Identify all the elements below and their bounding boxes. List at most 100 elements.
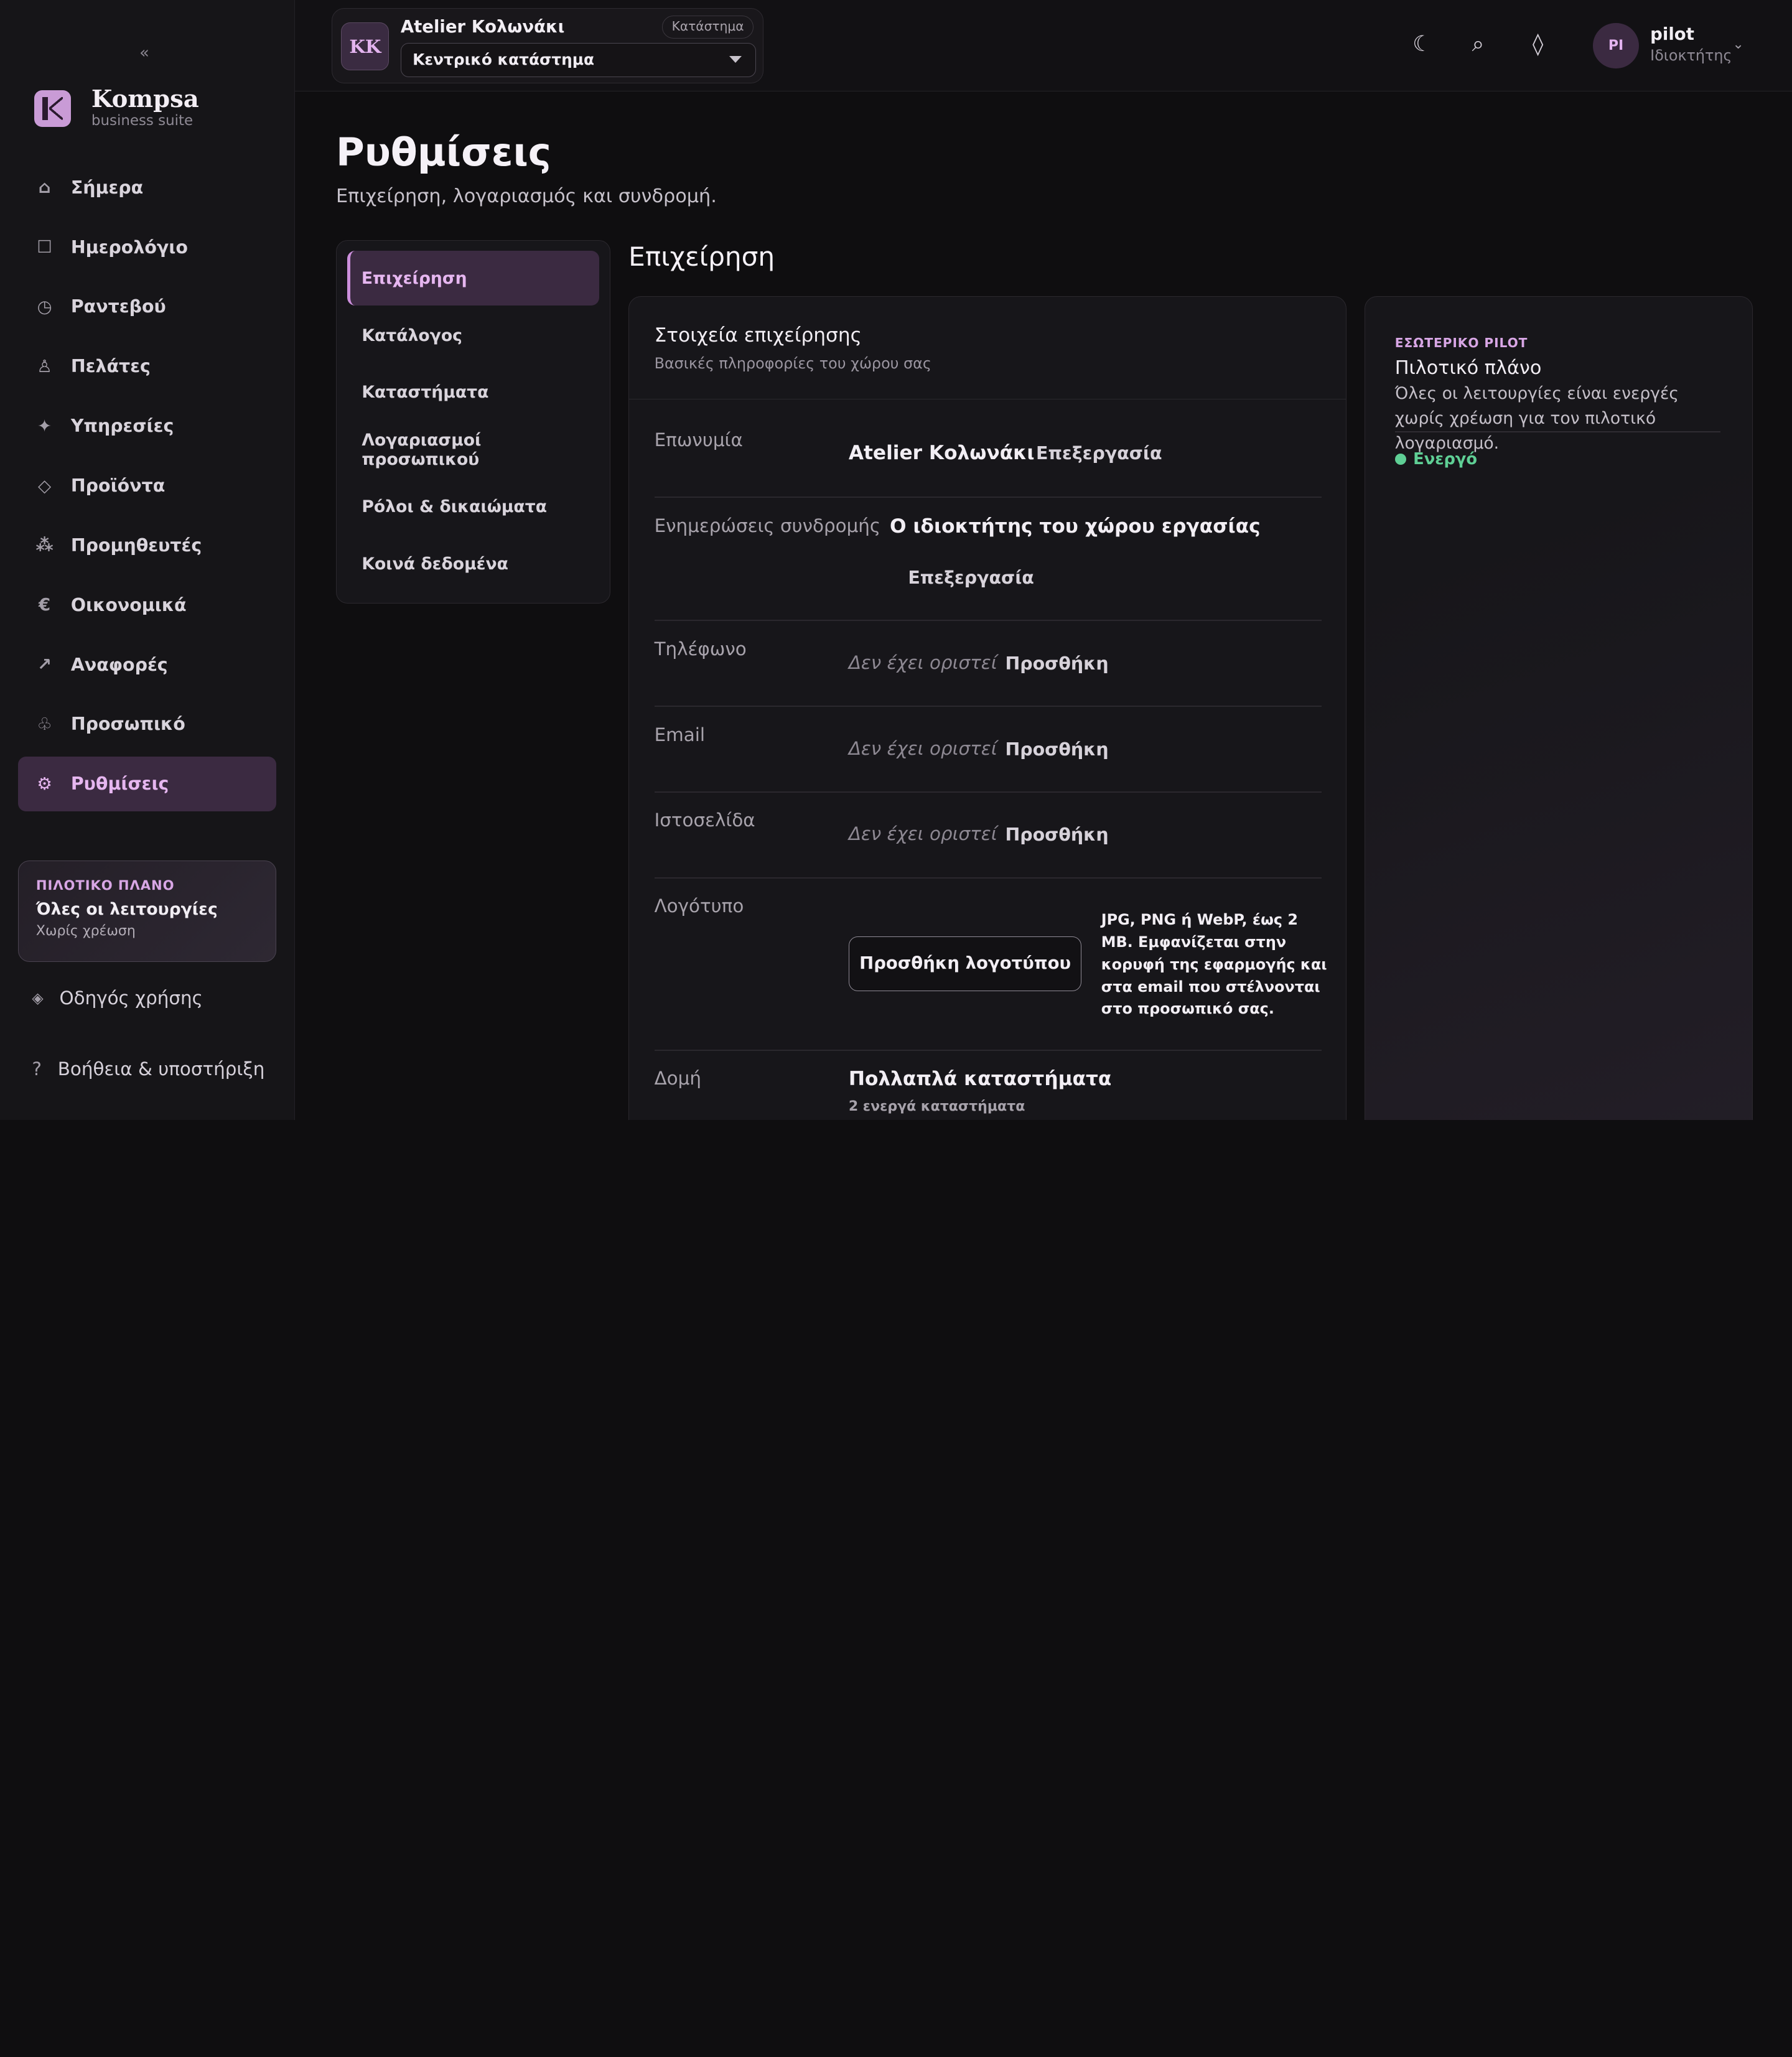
sidebar-item-clients[interactable]: ♙ Πελάτες xyxy=(18,339,276,394)
sidebar: « Kompsa business suite ⌂ Σήμερα ☐ Ημερολό… xyxy=(0,0,295,1120)
brand[interactable]: Kompsa business suite xyxy=(34,85,199,131)
phone-label: Τηλέφωνο xyxy=(654,638,747,660)
phone-value: Δεν έχει οριστεί xyxy=(848,651,997,673)
calendar-icon: ☐ xyxy=(37,237,52,258)
settings-subnav: Επιχείρηση Κατάλογος Καταστήματα Λογαρια… xyxy=(335,240,610,604)
sidebar-item-label: Σήμερα xyxy=(70,177,144,198)
logo-label: Λογότυπο xyxy=(654,895,744,917)
structure-value: Πολλαπλά καταστήματα xyxy=(848,1068,1112,1091)
tab-roles-permissions[interactable]: Ρόλοι & δικαιώματα xyxy=(347,480,600,534)
plan-tag: ΕΣΩΤΕΡΙΚΟ PILOT xyxy=(1394,335,1528,351)
card-header: Στοιχεία επιχείρησης Βασικές πληροφορίες… xyxy=(629,297,1346,399)
sidebar-item-label: Ρυθμίσεις xyxy=(70,773,169,795)
sidebar-item-today[interactable]: ⌂ Σήμερα xyxy=(18,160,276,215)
tab-stores[interactable]: Καταστήματα xyxy=(347,365,600,420)
add-email-button[interactable]: Προσθήκη xyxy=(1005,739,1108,760)
pilot-plan-title: Όλες οι λειτουργίες xyxy=(35,899,218,919)
status-dot-icon xyxy=(1394,453,1407,465)
sidebar-item-label: Προϊόντα xyxy=(70,475,166,496)
business-details-card: Στοιχεία επιχείρησης Βασικές πληροφορίες… xyxy=(628,296,1346,1120)
caret-down-icon xyxy=(729,56,742,63)
add-logo-button[interactable]: Προσθήκη λογοτύπου xyxy=(848,936,1082,992)
sidebar-item-suppliers[interactable]: ⁂ Προμηθευτές xyxy=(18,518,276,572)
help-support-label: Βοήθεια & υποστήριξη xyxy=(57,1058,265,1080)
diamond-icon[interactable]: ◊ xyxy=(1533,32,1543,57)
staff-icon: ♧ xyxy=(37,714,52,734)
subscription-updates-value: Ο ιδιοκτήτης του χώρου εργασίας xyxy=(889,515,1261,538)
tab-business[interactable]: Επιχείρηση xyxy=(347,251,600,306)
sidebar-nav: ⌂ Σήμερα ☐ Ημερολόγιο ◷ Ραντεβού ♙ Πελάτες ✦… xyxy=(18,160,277,816)
pilot-plan-subtitle: Χωρίς χρέωση xyxy=(35,923,136,940)
card-title: Στοιχεία επιχείρησης xyxy=(654,324,862,347)
app-root: « Kompsa business suite ⌂ Σήμερα ☐ Ημερολό… xyxy=(0,0,1792,1120)
edit-subscription-updates-button[interactable]: Επεξεργασία xyxy=(908,567,1034,588)
structure-detail: 2 ενεργά καταστήματα xyxy=(848,1099,1025,1115)
tab-staff-accounts[interactable]: Λογαριασμοί προσωπικού xyxy=(347,422,600,477)
add-website-button[interactable]: Προσθήκη xyxy=(1005,824,1108,845)
divider xyxy=(654,706,1322,707)
brand-name: Kompsa xyxy=(91,85,199,113)
add-phone-button[interactable]: Προσθήκη xyxy=(1005,653,1108,674)
subscription-updates-label: Ενημερώσεις συνδρομής xyxy=(654,515,881,536)
user-guide-link[interactable]: ◈ Οδηγός χρήσης xyxy=(32,987,202,1009)
sidebar-item-label: Ημερολόγιο xyxy=(70,236,188,258)
sidebar-item-label: Πελάτες xyxy=(70,356,151,377)
sidebar-item-products[interactable]: ◇ Προϊόντα xyxy=(18,458,276,513)
sidebar-item-services[interactable]: ✦ Υπηρεσίες xyxy=(18,399,276,454)
sidebar-item-label: Προμηθευτές xyxy=(70,534,202,556)
sidebar-item-staff[interactable]: ♧ Προσωπικό xyxy=(18,697,276,752)
home-icon: ⌂ xyxy=(38,177,51,198)
pilot-plan-card[interactable]: ΠΙΛΟΤΙΚΟ ΠΛΑΝΟ Όλες οι λειτουργίες Χωρίς… xyxy=(18,861,277,963)
trend-arrow-icon: ↗ xyxy=(37,655,52,675)
chevron-down-icon[interactable]: ⌄ xyxy=(1732,37,1743,52)
page-title: Ρυθμίσεις xyxy=(335,129,551,175)
tab-shared-data[interactable]: Κοινά δεδομένα xyxy=(347,536,600,591)
guide-icon: ◈ xyxy=(32,989,44,1007)
store-switcher[interactable]: KK Atelier Κολωνάκι Κατάστημα Κεντρικό κ… xyxy=(331,7,763,84)
store-name: Atelier Κολωνάκι xyxy=(400,16,565,37)
email-value: Δεν έχει οριστεί xyxy=(848,737,997,759)
divider xyxy=(654,497,1322,498)
structure-label: Δομή xyxy=(654,1068,701,1089)
user-role: Ιδιοκτήτης xyxy=(1650,47,1732,65)
status-badge: Ενεργό xyxy=(1394,449,1478,469)
plan-card: ΕΣΩΤΕΡΙΚΟ PILOT Πιλοτικό πλάνο Όλες οι λ… xyxy=(1365,296,1753,1120)
status-label: Ενεργό xyxy=(1413,449,1478,469)
sidebar-item-appointments[interactable]: ◷ Ραντεβού xyxy=(18,279,276,334)
collapse-sidebar-icon[interactable]: « xyxy=(139,44,149,62)
tab-catalog[interactable]: Κατάλογος xyxy=(347,308,600,363)
plan-description: Όλες οι λειτουργίες είναι ενεργές χωρίς … xyxy=(1394,383,1679,454)
plan-title: Πιλοτικό πλάνο xyxy=(1394,357,1542,380)
email-label: Email xyxy=(654,724,706,745)
brand-tagline: business suite xyxy=(91,112,194,129)
sidebar-item-label: Αναφορές xyxy=(70,654,168,675)
theme-moon-icon[interactable]: ☾ xyxy=(1412,32,1432,57)
user-name[interactable]: pilot xyxy=(1650,24,1694,44)
euro-icon: € xyxy=(39,595,51,615)
card-subtitle: Βασικές πληροφορίες του χώρου σας xyxy=(654,355,931,373)
top-bar: KK Atelier Κολωνάκι Κατάστημα Κεντρικό κ… xyxy=(294,0,1792,91)
edit-business-name-button[interactable]: Επεξεργασία xyxy=(1036,443,1162,464)
help-support-link[interactable]: ? Βοήθεια & υποστήριξη xyxy=(32,1058,264,1080)
sidebar-item-label: Προσωπικό xyxy=(70,714,185,735)
sidebar-item-reports[interactable]: ↗ Αναφορές xyxy=(18,637,276,692)
search-icon[interactable]: ⌕ xyxy=(1472,32,1485,57)
divider xyxy=(654,877,1322,879)
store-select-value: Κεντρικό κατάστημα xyxy=(413,50,595,68)
store-badge: Κατάστημα xyxy=(661,15,754,39)
divider xyxy=(1394,431,1721,433)
dots-icon: ⁂ xyxy=(35,535,54,556)
store-avatar: KK xyxy=(341,22,390,71)
sidebar-item-finances[interactable]: € Οικονομικά xyxy=(18,577,276,632)
clock-icon: ◷ xyxy=(37,296,52,317)
store-select[interactable]: Κεντρικό κατάστημα xyxy=(400,42,757,78)
sidebar-item-calendar[interactable]: ☐ Ημερολόγιο xyxy=(18,220,276,274)
avatar[interactable]: PI xyxy=(1593,22,1639,69)
logo-help-text: JPG, PNG ή WebP, έως 2 MB. Εμφανίζεται σ… xyxy=(1101,911,1327,1018)
website-value: Δεν έχει οριστεί xyxy=(848,823,997,845)
kompsa-logo-icon xyxy=(34,90,71,127)
sidebar-item-label: Οικονομικά xyxy=(70,594,187,615)
sidebar-item-settings[interactable]: ⚙ Ρυθμίσεις xyxy=(18,756,277,811)
help-icon: ? xyxy=(32,1058,42,1080)
sidebar-item-label: Υπηρεσίες xyxy=(70,416,174,437)
